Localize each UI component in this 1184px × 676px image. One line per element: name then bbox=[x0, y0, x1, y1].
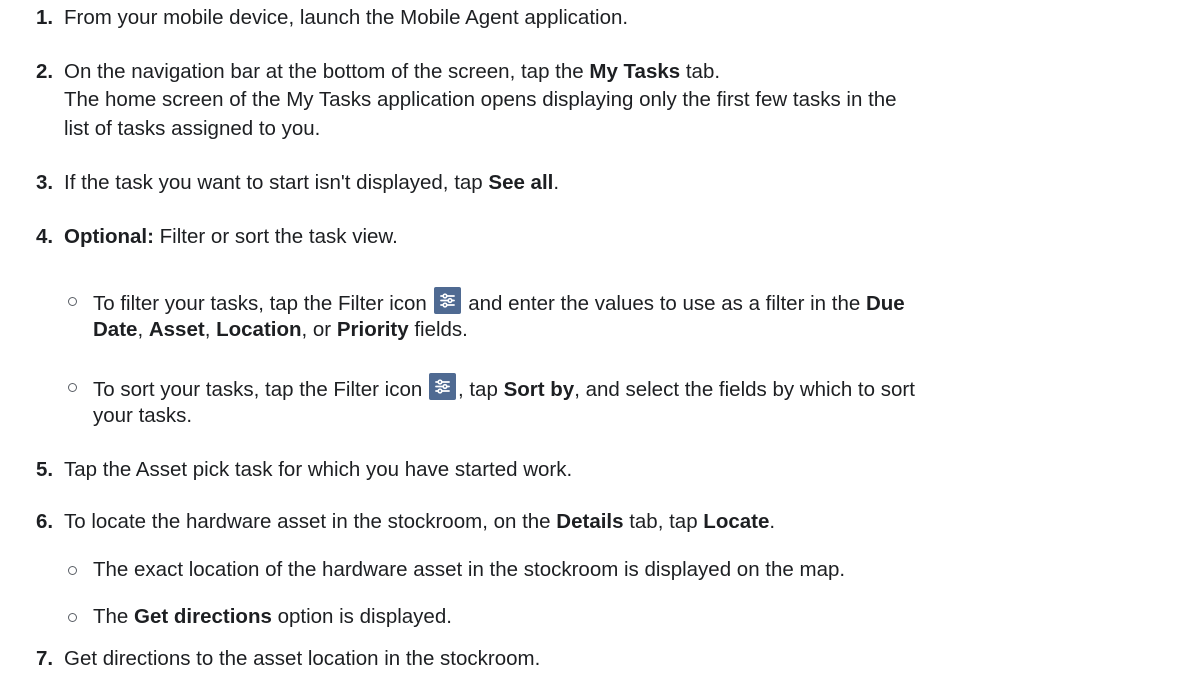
step-text: Optional: Filter or sort the task view. bbox=[64, 225, 398, 248]
step-number: 1. bbox=[36, 6, 54, 29]
procedure-document: 1. From your mobile device, launch the M… bbox=[0, 0, 1184, 676]
step-number: 6. bbox=[36, 510, 54, 533]
step-text: On the navigation bar at the bottom of t… bbox=[64, 60, 721, 83]
step-text: From your mobile device, launch the Mobi… bbox=[64, 6, 629, 29]
optional-label: Optional: bbox=[64, 225, 154, 248]
step-number: 2. bbox=[36, 60, 54, 83]
details-label: Details bbox=[556, 510, 624, 533]
step-text: Get directions to the asset location in … bbox=[64, 647, 541, 670]
step-number: 3. bbox=[36, 171, 54, 194]
step-number: 4. bbox=[36, 225, 54, 248]
bullet-marker bbox=[68, 297, 77, 306]
step-text: To locate the hardware asset in the stoc… bbox=[64, 510, 776, 533]
my-tasks-label: My Tasks bbox=[589, 60, 681, 83]
locate-label: Locate bbox=[703, 510, 770, 533]
step-text: If the task you want to start isn't disp… bbox=[64, 171, 560, 194]
bullet-marker bbox=[68, 566, 77, 575]
bullet-marker bbox=[68, 383, 77, 392]
see-all-label: See all bbox=[488, 171, 554, 194]
step-number: 7. bbox=[36, 647, 54, 670]
step-text: Tap the Asset pick task for which you ha… bbox=[64, 458, 573, 481]
bullet-marker bbox=[68, 613, 77, 622]
filter-sliders-icon bbox=[433, 287, 461, 314]
step-number: 5. bbox=[36, 458, 54, 481]
get-directions-label: Get directions bbox=[134, 605, 272, 628]
filter-sliders-icon bbox=[428, 373, 456, 400]
